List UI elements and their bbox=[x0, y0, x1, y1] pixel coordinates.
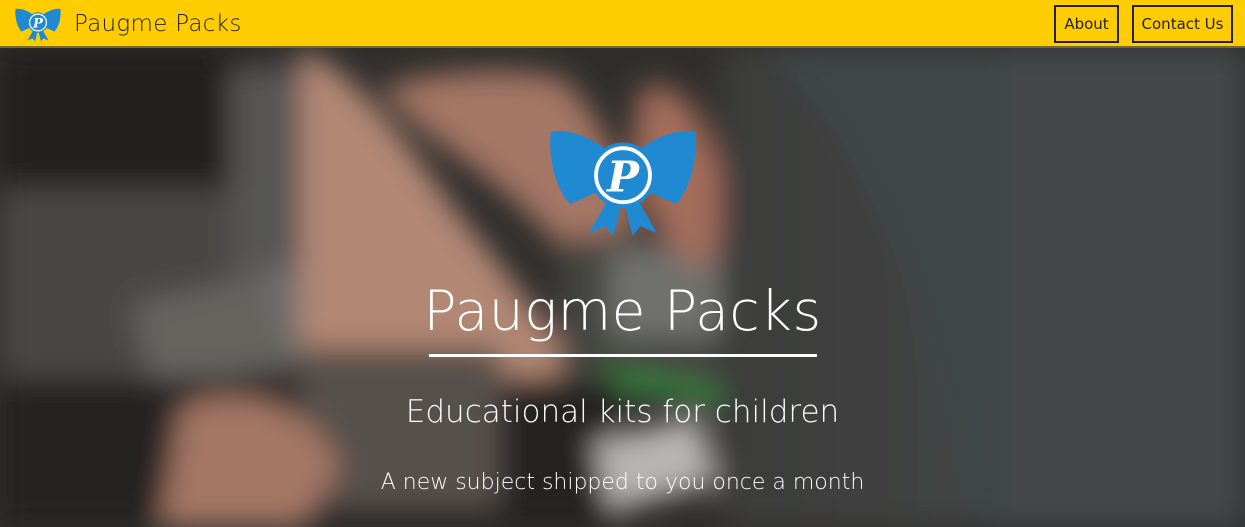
brand-title: Paugme Packs bbox=[74, 11, 242, 37]
hero-divider bbox=[429, 354, 817, 357]
top-navbar: P Paugme Packs About Contact Us bbox=[0, 0, 1245, 48]
svg-text:P: P bbox=[32, 17, 44, 32]
hero-tagline: A new subject shipped to you once a mont… bbox=[380, 470, 865, 495]
hero-subtitle: Educational kits for children bbox=[405, 394, 840, 430]
hero-section: P Paugme Packs Educational kits for chil… bbox=[0, 48, 1245, 527]
bow-p-logo-icon: P bbox=[550, 130, 696, 236]
svg-text:P: P bbox=[606, 152, 640, 202]
brand[interactable]: P Paugme Packs bbox=[14, 4, 242, 44]
about-button[interactable]: About bbox=[1054, 5, 1119, 43]
hero-title: Paugme Packs bbox=[423, 279, 822, 343]
contact-us-button[interactable]: Contact Us bbox=[1132, 5, 1233, 43]
bow-p-logo-icon: P bbox=[15, 8, 61, 42]
